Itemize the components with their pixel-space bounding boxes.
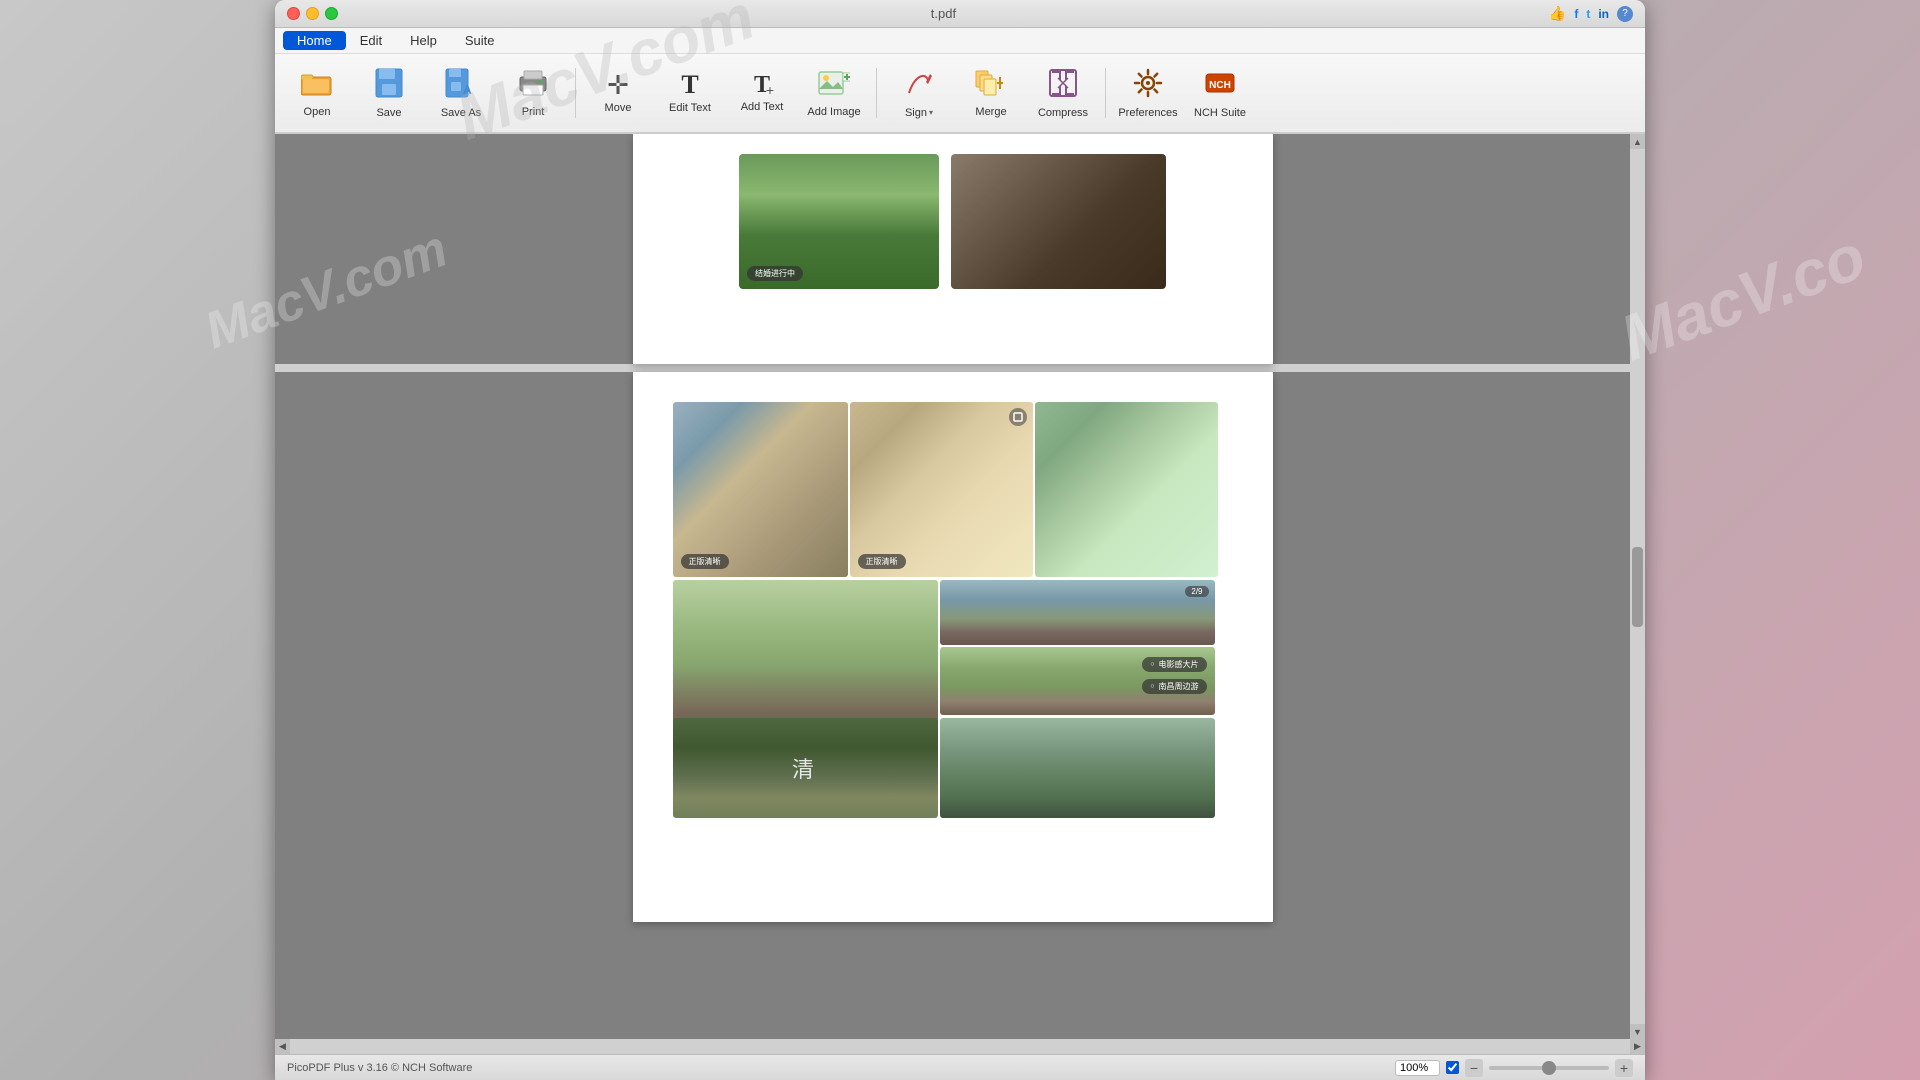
title-icons: 👍 f t in ? xyxy=(1549,5,1633,22)
pdf-area: 结婚进行中 正版清晰 xyxy=(275,134,1630,1039)
photo-badge-row1-1: 正版清晰 xyxy=(681,554,729,569)
zoom-slider[interactable] xyxy=(1489,1066,1609,1070)
pdf-page-1: 结婚进行中 xyxy=(633,134,1273,364)
open-button[interactable]: Open xyxy=(283,57,351,129)
watermark-3: MacV.co xyxy=(1611,219,1875,375)
addimage-button[interactable]: Add Image xyxy=(800,57,868,129)
toolbar-sep-2 xyxy=(876,68,877,118)
app-window: t.pdf 👍 f t in ? Home Edit Help Suite Op… xyxy=(275,0,1645,1080)
edittext-button[interactable]: T Edit Text xyxy=(656,57,724,129)
edittext-icon: T xyxy=(681,72,698,98)
print-icon xyxy=(518,69,548,102)
addtext-button[interactable]: T + Add Text xyxy=(728,57,796,129)
help-icon[interactable]: ? xyxy=(1617,6,1633,22)
twitter-icon[interactable]: t xyxy=(1586,7,1590,21)
photo-tag-1: 电影感大片 xyxy=(1142,657,1206,672)
toolbar-sep-1 xyxy=(575,68,576,118)
move-label: Move xyxy=(605,102,632,114)
addimage-icon xyxy=(818,69,850,102)
addtext-icon: T + xyxy=(754,73,770,97)
saveas-button[interactable]: A Save As xyxy=(427,57,495,129)
toolbar: Open Save A Save xyxy=(275,54,1645,134)
menu-suite[interactable]: Suite xyxy=(451,31,509,50)
open-label: Open xyxy=(304,106,331,118)
menu-edit[interactable]: Edit xyxy=(346,31,396,50)
minimize-button[interactable] xyxy=(306,7,319,20)
print-label: Print xyxy=(522,106,545,118)
addimage-label: Add Image xyxy=(807,106,860,118)
zoom-checkbox[interactable] xyxy=(1446,1061,1459,1074)
open-icon xyxy=(301,69,333,102)
saveas-label: Save As xyxy=(441,107,481,119)
maximize-button[interactable] xyxy=(325,7,338,20)
scroll-down-button[interactable]: ▼ xyxy=(1630,1024,1645,1039)
sign-label: Sign ▾ xyxy=(905,107,933,119)
save-button[interactable]: Save xyxy=(355,57,423,129)
version-text: PicoPDF Plus v 3.16 © NCH Software xyxy=(287,1062,1387,1074)
merge-icon xyxy=(975,69,1007,102)
preferences-button[interactable]: Preferences xyxy=(1114,57,1182,129)
compress-button[interactable]: Compress xyxy=(1029,57,1097,129)
vertical-scrollbar: ▲ ▼ xyxy=(1630,134,1645,1039)
edittext-label: Edit Text xyxy=(669,102,711,114)
svg-text:A: A xyxy=(463,83,472,97)
print-button[interactable]: Print xyxy=(499,57,567,129)
status-bar: PicoPDF Plus v 3.16 © NCH Software − + xyxy=(275,1054,1645,1080)
compress-icon xyxy=(1048,68,1078,103)
merge-label: Merge xyxy=(975,106,1006,118)
photo-badge-row1-2: 正版清晰 xyxy=(858,554,906,569)
window-title: t.pdf xyxy=(338,6,1549,21)
traffic-lights xyxy=(287,7,338,20)
preferences-icon xyxy=(1133,68,1163,103)
collage-row-2: 2/9 电影感大片 南昌周边游 xyxy=(673,580,1233,715)
facebook-icon[interactable]: f xyxy=(1574,7,1578,21)
thumbs-up-icon[interactable]: 👍 xyxy=(1549,5,1566,22)
close-button[interactable] xyxy=(287,7,300,20)
page-divider xyxy=(275,364,1630,372)
nchsuite-icon: NCH xyxy=(1204,68,1236,103)
move-icon: ✛ xyxy=(607,72,629,98)
sign-icon xyxy=(904,68,934,103)
zoom-input[interactable] xyxy=(1395,1060,1440,1076)
saveas-icon: A xyxy=(445,68,477,103)
zoom-out-button[interactable]: − xyxy=(1465,1059,1483,1077)
photo-badge-1: 结婚进行中 xyxy=(747,266,803,281)
nchsuite-label: NCH Suite xyxy=(1194,107,1246,119)
scroll-left-button[interactable]: ◀ xyxy=(275,1039,290,1054)
svg-text:NCH: NCH xyxy=(1209,80,1231,91)
zoom-in-button[interactable]: + xyxy=(1615,1059,1633,1077)
collage-row-3: 清 xyxy=(673,718,1233,818)
pdf-page-2: 正版清晰 正版清晰 xyxy=(633,372,1273,922)
photo-tag-2: 南昌周边游 xyxy=(1142,679,1206,694)
collage-row-1: 正版清晰 正版清晰 xyxy=(673,402,1233,577)
menu-bar: Home Edit Help Suite xyxy=(275,28,1645,54)
addtext-label: Add Text xyxy=(741,101,784,113)
linkedin-icon[interactable]: in xyxy=(1598,7,1609,21)
scroll-up-button[interactable]: ▲ xyxy=(1630,134,1645,149)
merge-button[interactable]: Merge xyxy=(957,57,1025,129)
title-bar: t.pdf 👍 f t in ? xyxy=(275,0,1645,28)
photo-icon xyxy=(1009,408,1027,426)
move-button[interactable]: ✛ Move xyxy=(584,57,652,129)
zoom-slider-thumb[interactable] xyxy=(1542,1061,1556,1075)
menu-home[interactable]: Home xyxy=(283,31,346,50)
horizontal-scrollbar: ◀ ▶ xyxy=(275,1039,1645,1054)
save-label: Save xyxy=(376,107,401,119)
save-icon xyxy=(375,68,403,103)
hscroll-thumb xyxy=(290,1039,1630,1054)
scrollbar-thumb[interactable] xyxy=(1632,547,1643,627)
preferences-label: Preferences xyxy=(1118,107,1177,119)
scroll-right-button[interactable]: ▶ xyxy=(1630,1039,1645,1054)
toolbar-sep-3 xyxy=(1105,68,1106,118)
menu-help[interactable]: Help xyxy=(396,31,451,50)
compress-label: Compress xyxy=(1038,107,1088,119)
photo-badge-num: 2/9 xyxy=(1185,586,1208,597)
sign-button[interactable]: Sign ▾ xyxy=(885,57,953,129)
zoom-area: − + xyxy=(1395,1059,1633,1077)
nchsuite-button[interactable]: NCH NCH Suite xyxy=(1186,57,1254,129)
